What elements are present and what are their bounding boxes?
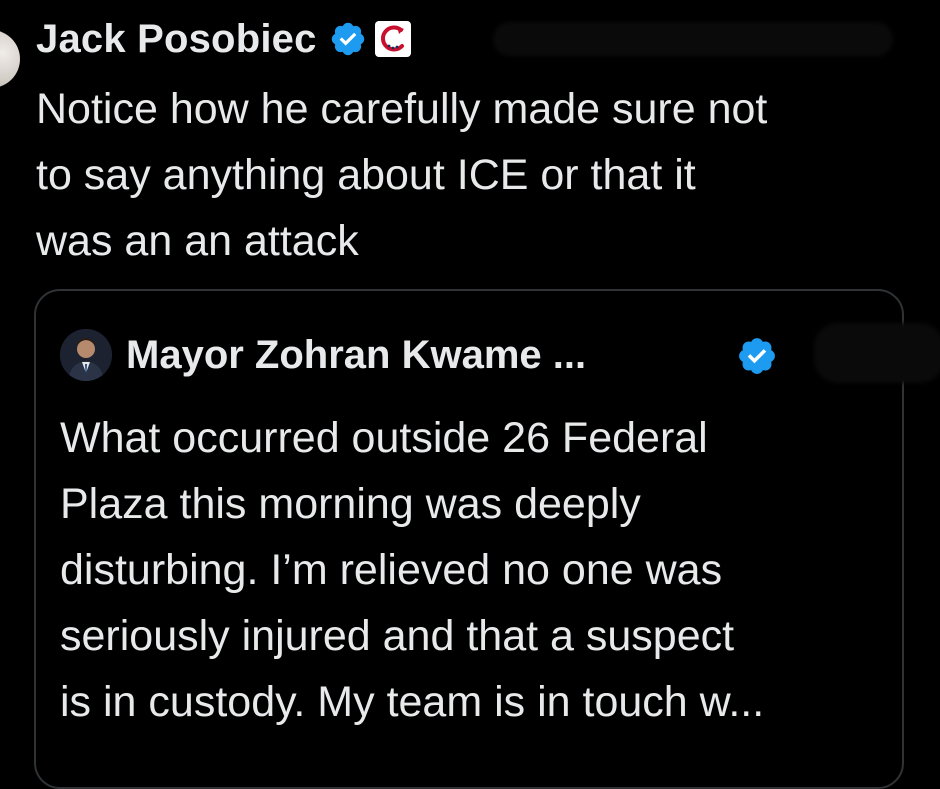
quote-header: Mayor Zohran Kwame ...	[60, 327, 586, 383]
quote-text: What occurred outside 26 Federal Plaza t…	[60, 414, 765, 726]
avatar[interactable]	[0, 30, 20, 88]
quote-tweet-card[interactable]: Mayor Zohran Kwame ... What occurred out…	[34, 289, 940, 789]
verified-badge-icon[interactable]	[329, 20, 367, 58]
author-name[interactable]: Jack Posobiec	[36, 17, 317, 62]
quote-avatar[interactable]	[60, 329, 112, 381]
quote-author-name[interactable]: Mayor Zohran Kwame ...	[126, 333, 586, 378]
tweet-text: Notice how he carefully made sure not to…	[36, 85, 768, 265]
redacted-handle	[493, 22, 893, 56]
tweet-header: Jack Posobiec	[36, 12, 411, 66]
affiliate-badge-icon[interactable]	[374, 21, 411, 57]
verified-badge-icon[interactable]	[736, 335, 778, 377]
redacted-handle	[814, 323, 940, 383]
